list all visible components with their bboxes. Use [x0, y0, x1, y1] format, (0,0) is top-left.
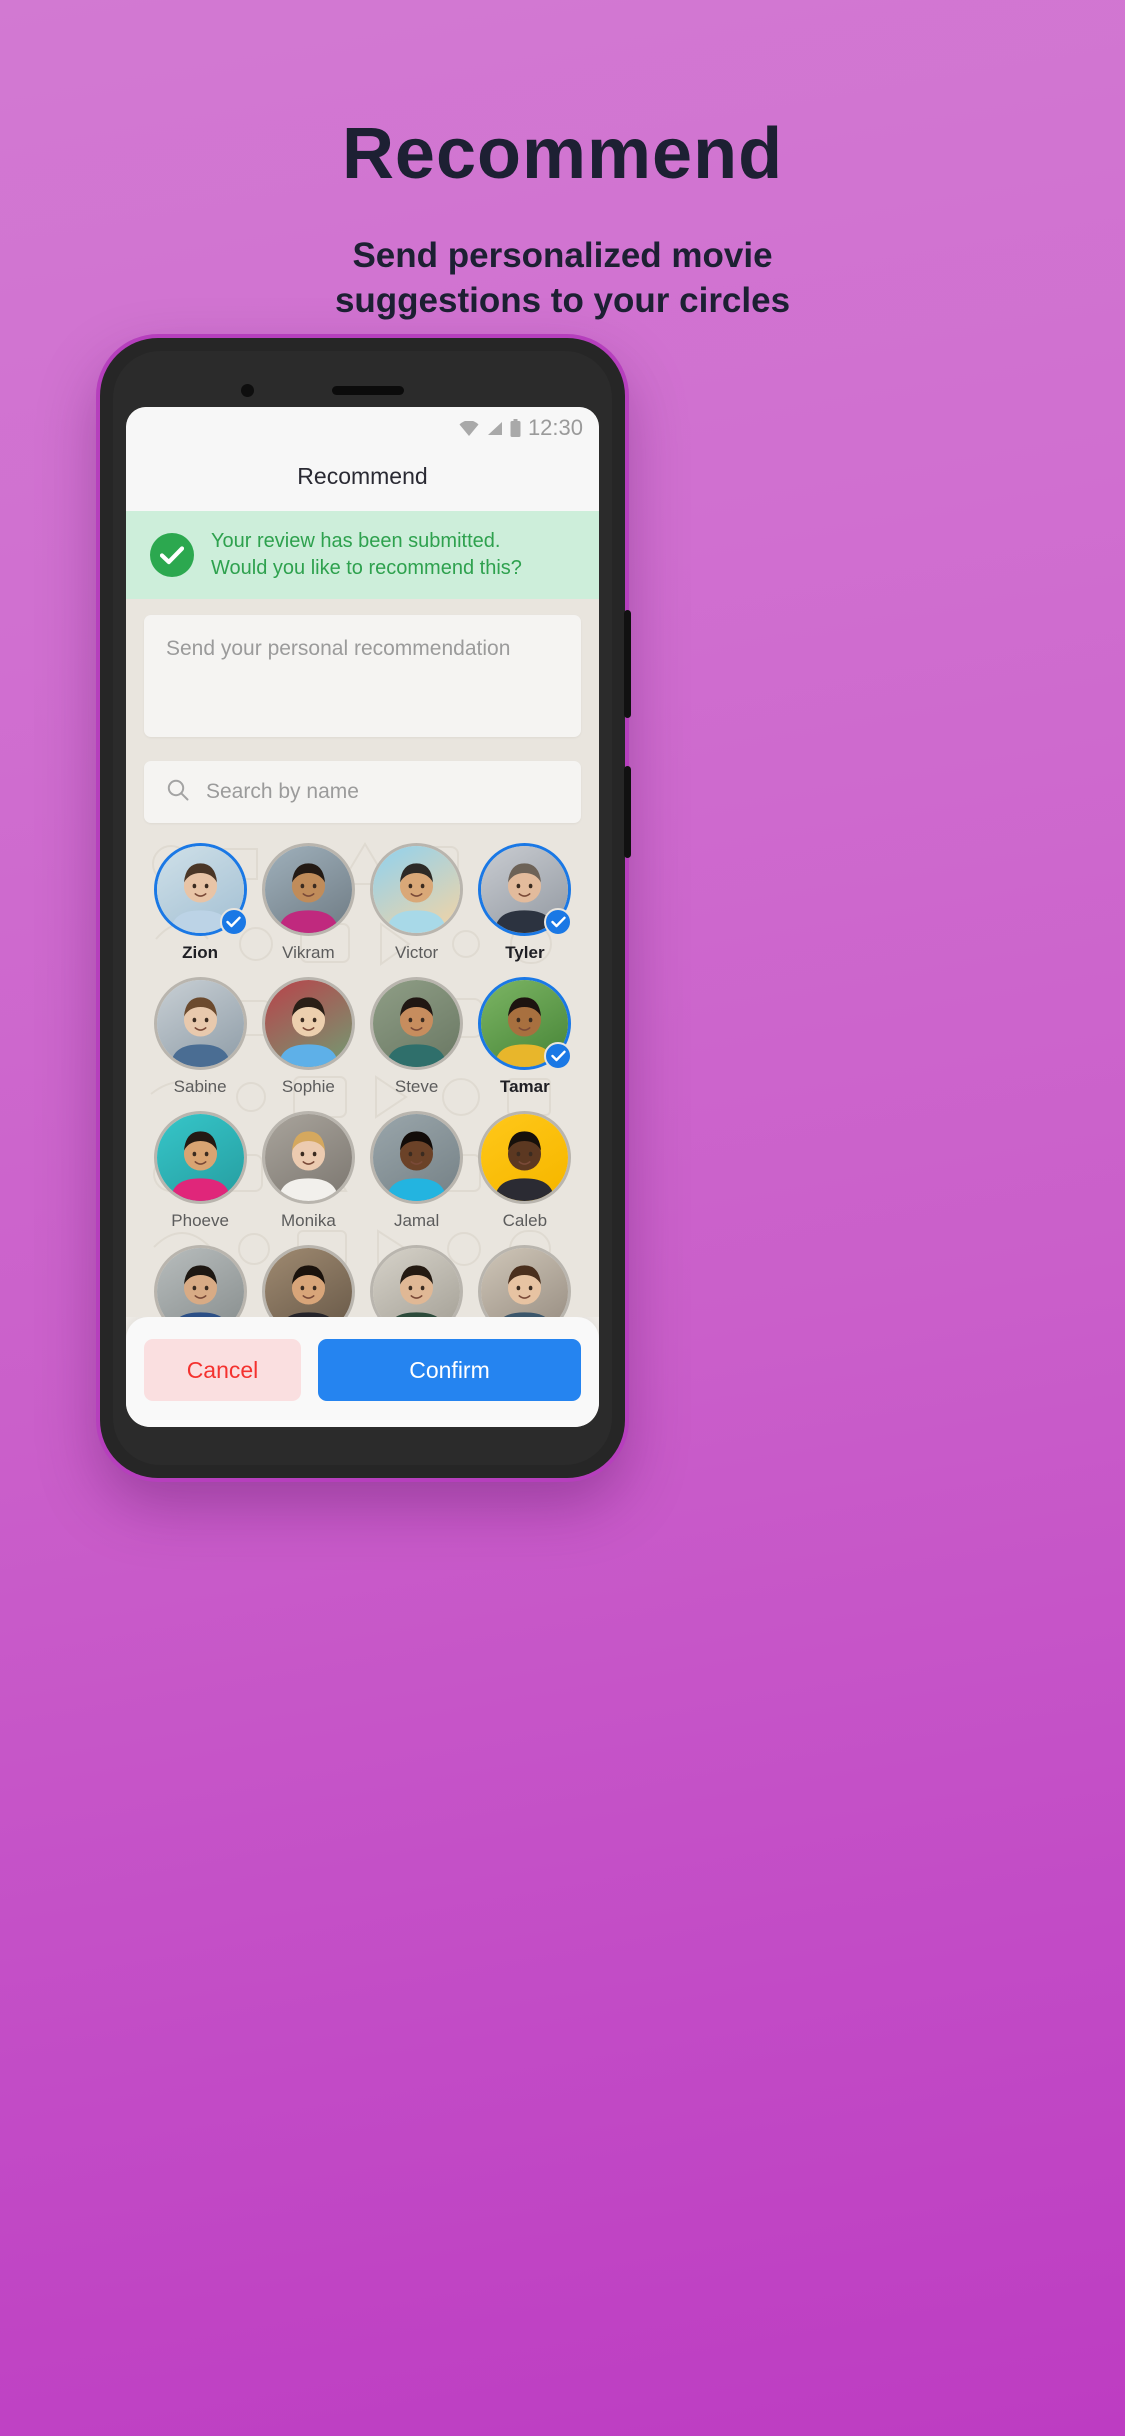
- form-content: Send your personal recommendation Search…: [126, 599, 599, 1317]
- phone-bezel: 12:30 Recommend Your review has been sub…: [113, 351, 612, 1465]
- action-bar: Cancel Confirm: [126, 1317, 599, 1427]
- avatar-wrapper[interactable]: [261, 843, 355, 936]
- contact-name: Steve: [394, 1077, 439, 1096]
- avatar-wrapper[interactable]: [153, 843, 248, 936]
- promo-subtitle-line1: Send personalized movie: [352, 236, 773, 275]
- wifi-icon: [459, 420, 479, 436]
- confirm-button[interactable]: Confirm: [318, 1339, 581, 1401]
- contact-cell[interactable]: Vikram: [254, 843, 362, 963]
- contact-cell[interactable]: Caleb: [471, 1111, 579, 1231]
- submission-banner: Your review has been submitted. Would yo…: [126, 511, 599, 599]
- avatar-wrapper[interactable]: [261, 977, 355, 1070]
- contact-cell[interactable]: Steve: [363, 977, 471, 1097]
- banner-line-2: Would you like to recommend this?: [211, 557, 522, 579]
- promo-title: Recommend: [341, 114, 784, 194]
- avatar[interactable]: [261, 977, 355, 1070]
- promo-header: Recommend Send personalized movie sugges…: [0, 0, 1125, 324]
- contact-name: Victor: [395, 943, 439, 962]
- contact-cell[interactable]: Tyler: [471, 843, 579, 963]
- avatar-wrapper[interactable]: [370, 843, 464, 936]
- contact-cell[interactable]: [254, 1245, 362, 1317]
- contacts-grid: Zion Vikram Victor Tyler Sabine Sophie Steve Ta…: [144, 843, 581, 1317]
- check-circle-icon: [150, 533, 194, 577]
- banner-line-1: Your review has been submitted.: [211, 530, 501, 552]
- status-bar: 12:30: [126, 415, 599, 441]
- avatar[interactable]: [478, 1245, 572, 1317]
- avatar-wrapper[interactable]: [478, 1111, 572, 1204]
- contact-cell[interactable]: Sophie: [254, 977, 362, 1097]
- contact-name: Zion: [182, 943, 219, 962]
- avatar-wrapper[interactable]: [478, 843, 573, 936]
- banner-text: Your review has been submitted. Would yo…: [211, 528, 522, 582]
- avatar-wrapper[interactable]: [370, 977, 464, 1070]
- contact-cell[interactable]: Sabine: [146, 977, 254, 1097]
- avatar-wrapper[interactable]: [478, 977, 573, 1070]
- avatar[interactable]: [370, 1245, 464, 1317]
- search-placeholder: Search by name: [206, 780, 359, 803]
- contact-name: Phoeve: [171, 1211, 229, 1230]
- contact-name: Monika: [280, 1211, 336, 1230]
- app-bar-title: Recommend: [297, 462, 428, 489]
- volume-button[interactable]: [624, 610, 631, 718]
- signal-icon: [486, 421, 503, 436]
- earpiece-speaker: [332, 386, 404, 395]
- power-button[interactable]: [624, 766, 631, 858]
- promo-subtitle: Send personalized movie suggestions to y…: [0, 234, 1125, 324]
- contact-cell[interactable]: [363, 1245, 471, 1317]
- search-field[interactable]: Search by name: [144, 761, 581, 823]
- contact-name: Caleb: [502, 1211, 548, 1230]
- contact-cell[interactable]: Victor: [363, 843, 471, 963]
- contact-cell[interactable]: [471, 1245, 579, 1317]
- contact-name: Tamar: [499, 1077, 550, 1096]
- contact-name: Tyler: [505, 943, 545, 962]
- contact-name: Sophie: [281, 1077, 335, 1096]
- avatar-wrapper[interactable]: [370, 1111, 464, 1204]
- contact-cell[interactable]: Zion: [146, 843, 254, 963]
- selected-check-icon: [544, 908, 573, 936]
- top-card: 12:30 Recommend: [126, 407, 599, 511]
- contact-cell[interactable]: Jamal: [363, 1111, 471, 1231]
- battery-icon: [510, 419, 521, 437]
- avatar[interactable]: [370, 843, 464, 936]
- phone-screen: 12:30 Recommend Your review has been sub…: [126, 407, 599, 1427]
- avatar-wrapper[interactable]: [153, 977, 247, 1070]
- recommendation-input[interactable]: Send your personal recommendation: [144, 615, 581, 737]
- contact-cell[interactable]: [146, 1245, 254, 1317]
- avatar-wrapper[interactable]: [153, 1245, 247, 1317]
- content-area[interactable]: Send your personal recommendation Search…: [126, 599, 599, 1317]
- avatar[interactable]: [153, 977, 247, 1070]
- app-bar: Recommend: [126, 441, 599, 511]
- avatar[interactable]: [261, 1245, 355, 1317]
- avatar[interactable]: [478, 1111, 572, 1204]
- avatar[interactable]: [261, 843, 355, 936]
- avatar[interactable]: [370, 977, 464, 1070]
- avatar-wrapper[interactable]: [478, 1245, 572, 1317]
- avatar[interactable]: [153, 1245, 247, 1317]
- phone-mockup: 12:30 Recommend Your review has been sub…: [100, 338, 631, 1478]
- search-icon: [166, 778, 190, 807]
- promo-subtitle-line2: suggestions to your circles: [334, 280, 791, 320]
- cancel-button[interactable]: Cancel: [144, 1339, 301, 1401]
- contact-cell[interactable]: Phoeve: [146, 1111, 254, 1231]
- contact-name: Jamal: [393, 1211, 440, 1230]
- contact-name: Sabine: [173, 1077, 227, 1096]
- front-camera: [241, 384, 254, 397]
- avatar[interactable]: [370, 1111, 464, 1204]
- avatar[interactable]: [261, 1111, 355, 1204]
- avatar-wrapper[interactable]: [261, 1245, 355, 1317]
- selected-check-icon: [219, 908, 248, 936]
- avatar-wrapper[interactable]: [370, 1245, 464, 1317]
- status-clock: 12:30: [527, 415, 583, 440]
- avatar-wrapper[interactable]: [153, 1111, 247, 1204]
- avatar-wrapper[interactable]: [261, 1111, 355, 1204]
- contact-name: Vikram: [282, 943, 335, 962]
- contact-cell[interactable]: Monika: [254, 1111, 362, 1231]
- selected-check-icon: [544, 1042, 573, 1070]
- contact-cell[interactable]: Tamar: [471, 977, 579, 1097]
- avatar[interactable]: [153, 1111, 247, 1204]
